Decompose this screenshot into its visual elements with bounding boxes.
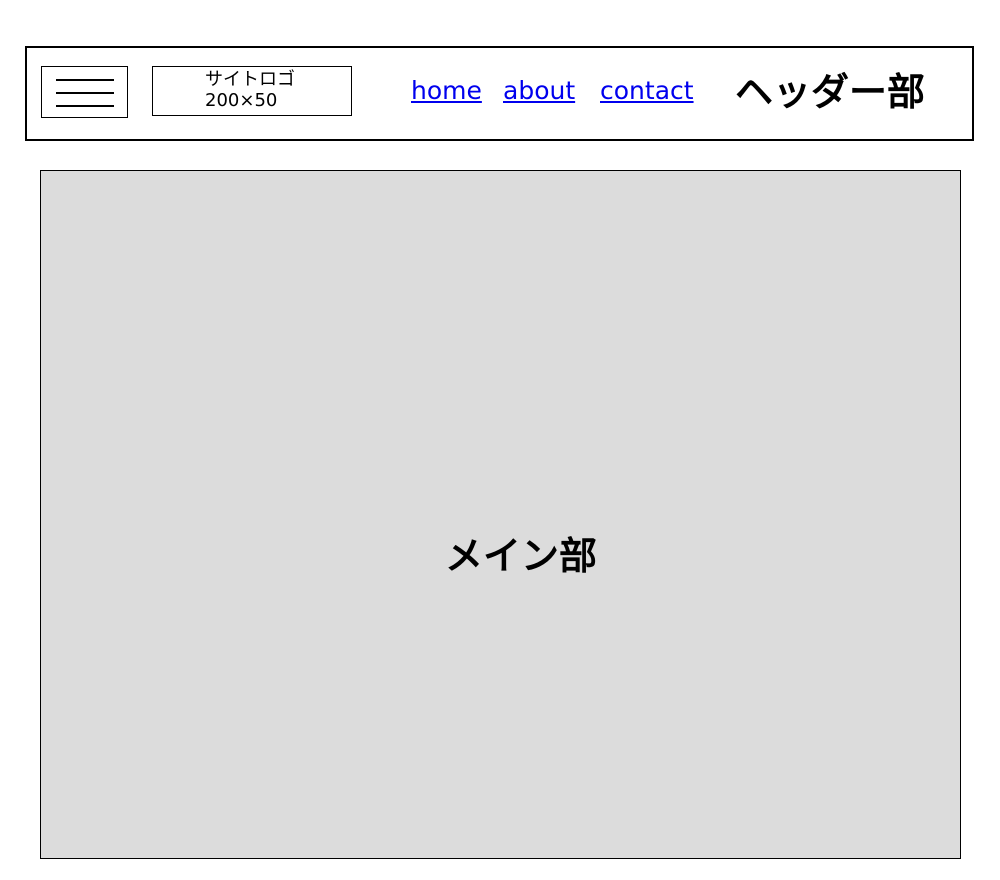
hamburger-menu-icon[interactable] bbox=[41, 66, 128, 118]
hamburger-bar bbox=[56, 105, 114, 107]
hamburger-bar bbox=[56, 79, 114, 81]
header-title: ヘッダー部 bbox=[735, 70, 926, 114]
site-logo-text: サイトロゴ bbox=[205, 69, 295, 90]
main-section: メイン部 bbox=[40, 170, 961, 859]
nav-link-home[interactable]: home bbox=[411, 75, 482, 107]
nav-link-about[interactable]: about bbox=[503, 75, 575, 107]
main-title: メイン部 bbox=[444, 534, 597, 578]
hamburger-bar bbox=[56, 92, 114, 94]
nav-link-contact[interactable]: contact bbox=[600, 75, 694, 107]
site-header: サイトロゴ 200×50 home about contact ヘッダー部 bbox=[25, 46, 974, 141]
site-logo[interactable]: サイトロゴ 200×50 bbox=[152, 66, 352, 116]
site-logo-size: 200×50 bbox=[205, 90, 278, 111]
